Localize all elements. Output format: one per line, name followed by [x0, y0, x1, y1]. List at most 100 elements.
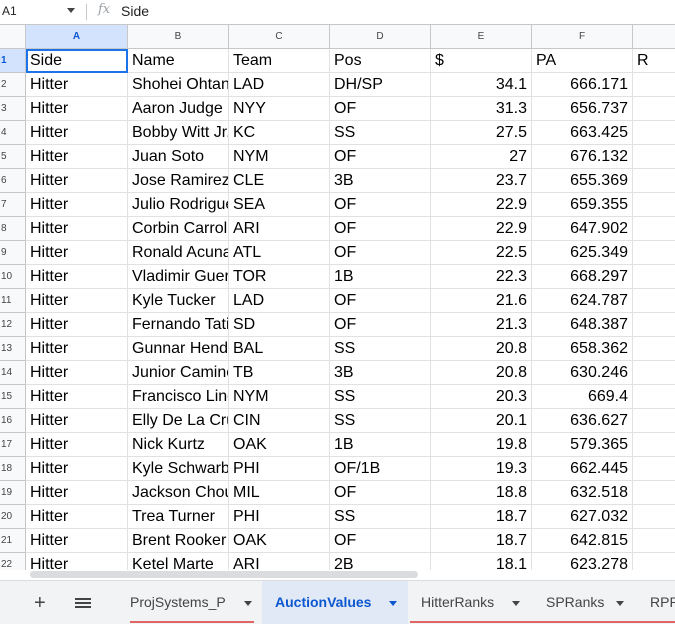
table-cell[interactable]: SEA: [229, 193, 330, 217]
table-cell[interactable]: [633, 313, 675, 337]
table-cell[interactable]: Hitter: [26, 169, 128, 193]
table-cell[interactable]: 22.5: [431, 241, 532, 265]
table-cell[interactable]: [633, 145, 675, 169]
table-cell[interactable]: 642.815: [532, 529, 633, 553]
table-cell[interactable]: Hitter: [26, 529, 128, 553]
table-cell[interactable]: Fernando Tatis: [128, 313, 229, 337]
table-cell[interactable]: Hitter: [26, 217, 128, 241]
table-cell[interactable]: 3B: [330, 361, 431, 385]
table-cell[interactable]: [633, 457, 675, 481]
table-cell[interactable]: 18.8: [431, 481, 532, 505]
table-cell[interactable]: Hitter: [26, 241, 128, 265]
column-header-c[interactable]: C: [229, 25, 330, 49]
table-cell[interactable]: [633, 433, 675, 457]
table-cell[interactable]: 20.1: [431, 409, 532, 433]
column-header-b[interactable]: B: [128, 25, 229, 49]
table-cell[interactable]: CLE: [229, 169, 330, 193]
table-cell[interactable]: TOR: [229, 265, 330, 289]
table-cell[interactable]: BAL: [229, 337, 330, 361]
table-cell[interactable]: 20.8: [431, 337, 532, 361]
table-cell[interactable]: 3B: [330, 169, 431, 193]
table-cell[interactable]: CIN: [229, 409, 330, 433]
table-cell[interactable]: [633, 265, 675, 289]
row-header[interactable]: 9: [0, 241, 26, 265]
table-cell[interactable]: 34.1: [431, 73, 532, 97]
table-cell[interactable]: [633, 337, 675, 361]
column-header-e[interactable]: E: [431, 25, 532, 49]
all-sheets-icon[interactable]: [75, 598, 91, 608]
table-cell[interactable]: SS: [330, 385, 431, 409]
row-header[interactable]: 14: [0, 361, 26, 385]
table-cell[interactable]: 21.3: [431, 313, 532, 337]
table-cell[interactable]: [633, 289, 675, 313]
tab-menu-caret-icon[interactable]: [616, 601, 624, 606]
table-cell[interactable]: OF: [330, 529, 431, 553]
table-cell[interactable]: Hitter: [26, 433, 128, 457]
table-cell[interactable]: 18.7: [431, 505, 532, 529]
table-cell[interactable]: SS: [330, 505, 431, 529]
table-cell[interactable]: OF: [330, 217, 431, 241]
table-cell[interactable]: SD: [229, 313, 330, 337]
row-header[interactable]: 19: [0, 481, 26, 505]
table-cell[interactable]: NYM: [229, 145, 330, 169]
table-cell[interactable]: OF: [330, 481, 431, 505]
table-cell[interactable]: 624.787: [532, 289, 633, 313]
row-header[interactable]: 21: [0, 529, 26, 553]
table-cell[interactable]: Corbin Carroll: [128, 217, 229, 241]
table-cell[interactable]: KC: [229, 121, 330, 145]
table-cell[interactable]: Hitter: [26, 313, 128, 337]
row-header[interactable]: 5: [0, 145, 26, 169]
table-cell[interactable]: 22.9: [431, 193, 532, 217]
tab-spranks[interactable]: SPRanks: [534, 581, 638, 624]
table-cell[interactable]: Hitter: [26, 73, 128, 97]
spreadsheet-grid[interactable]: A B C D E F 1 2 3 4 5 6 7 8 9 10 11 12 13 14 15 16 17 18 19 20 21 2…: [0, 25, 675, 570]
table-cell[interactable]: 668.297: [532, 265, 633, 289]
table-cell[interactable]: Ronald Acuna: [128, 241, 229, 265]
row-header[interactable]: 7: [0, 193, 26, 217]
table-cell[interactable]: 647.902: [532, 217, 633, 241]
table-cell[interactable]: 18.1: [431, 553, 532, 570]
add-sheet-icon[interactable]: +: [34, 593, 46, 613]
header-cell[interactable]: Name: [128, 49, 229, 73]
table-cell[interactable]: Brent Rooker: [128, 529, 229, 553]
table-cell[interactable]: Hitter: [26, 265, 128, 289]
table-cell[interactable]: OF: [330, 289, 431, 313]
row-header[interactable]: 6: [0, 169, 26, 193]
table-cell[interactable]: OF/1B: [330, 457, 431, 481]
table-cell[interactable]: DH/SP: [330, 73, 431, 97]
table-cell[interactable]: 27.5: [431, 121, 532, 145]
table-cell[interactable]: 22.9: [431, 217, 532, 241]
table-cell[interactable]: Vladimir Guerrero: [128, 265, 229, 289]
tab-menu-caret-icon[interactable]: [512, 601, 520, 606]
table-cell[interactable]: SS: [330, 337, 431, 361]
table-cell[interactable]: 20.8: [431, 361, 532, 385]
table-cell[interactable]: 23.7: [431, 169, 532, 193]
formula-input[interactable]: Side: [121, 3, 149, 19]
table-cell[interactable]: Hitter: [26, 481, 128, 505]
table-cell[interactable]: ATL: [229, 241, 330, 265]
table-cell[interactable]: TB: [229, 361, 330, 385]
table-cell[interactable]: 21.6: [431, 289, 532, 313]
table-cell[interactable]: 27: [431, 145, 532, 169]
table-cell[interactable]: [633, 217, 675, 241]
table-cell[interactable]: Hitter: [26, 145, 128, 169]
table-cell[interactable]: 1B: [330, 265, 431, 289]
table-cell[interactable]: Kyle Schwarber: [128, 457, 229, 481]
tab-menu-caret-icon[interactable]: [244, 601, 252, 606]
table-cell[interactable]: Ketel Marte: [128, 553, 229, 570]
table-cell[interactable]: [633, 505, 675, 529]
row-header[interactable]: 15: [0, 385, 26, 409]
table-cell[interactable]: OAK: [229, 433, 330, 457]
table-cell[interactable]: Kyle Tucker: [128, 289, 229, 313]
header-cell[interactable]: Side: [26, 49, 128, 73]
header-cell[interactable]: Pos: [330, 49, 431, 73]
table-cell[interactable]: ARI: [229, 217, 330, 241]
table-cell[interactable]: Hitter: [26, 457, 128, 481]
table-cell[interactable]: [633, 385, 675, 409]
column-header-partial[interactable]: [633, 25, 675, 49]
table-cell[interactable]: Hitter: [26, 337, 128, 361]
table-cell[interactable]: 625.349: [532, 241, 633, 265]
table-cell[interactable]: 19.3: [431, 457, 532, 481]
table-cell[interactable]: SS: [330, 121, 431, 145]
table-cell[interactable]: LAD: [229, 289, 330, 313]
